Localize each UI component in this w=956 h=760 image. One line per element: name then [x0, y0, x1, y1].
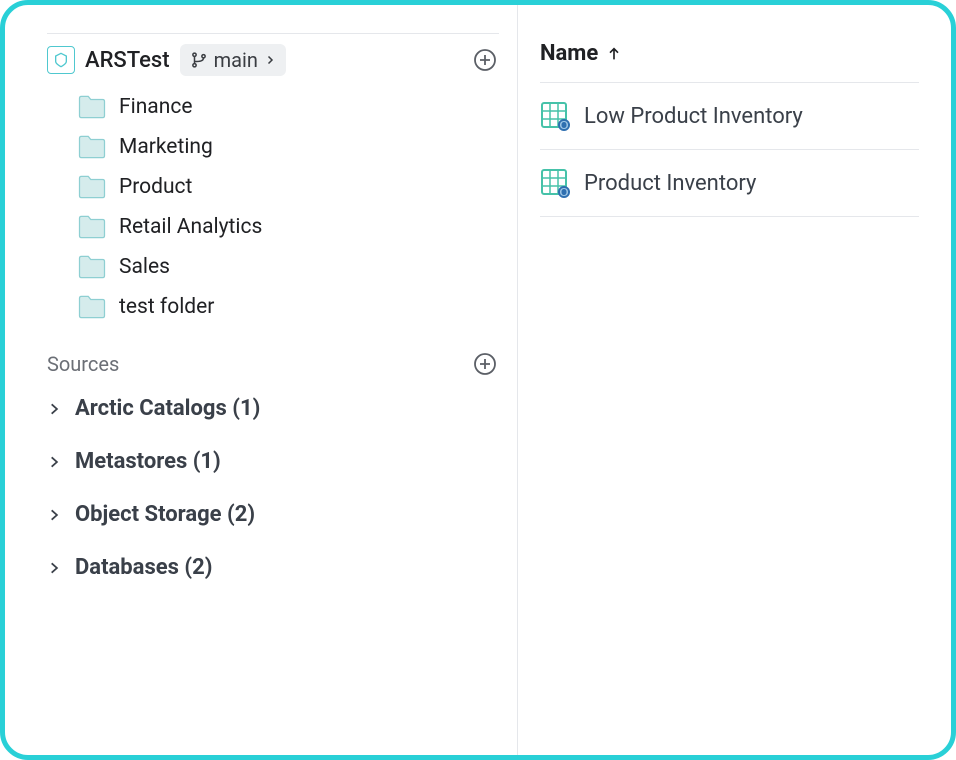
folder-item[interactable]: Product	[77, 174, 499, 200]
list-item-label: Product Inventory	[584, 171, 756, 196]
folder-label: test folder	[119, 295, 214, 319]
sources-heading: Sources	[47, 352, 119, 376]
sort-asc-icon	[606, 46, 622, 62]
folder-item[interactable]: Marketing	[77, 134, 499, 160]
source-item[interactable]: Databases (2)	[47, 555, 499, 580]
list-item[interactable]: Low Product Inventory	[540, 83, 919, 150]
chevron-right-icon	[264, 54, 276, 66]
folder-item[interactable]: test folder	[77, 294, 499, 320]
source-item[interactable]: Metastores (1)	[47, 449, 499, 474]
source-item[interactable]: Arctic Catalogs (1)	[47, 396, 499, 421]
workspace-title: ARSTest	[85, 48, 170, 73]
folder-icon	[77, 174, 107, 200]
branch-name: main	[214, 48, 258, 72]
plus-circle-icon	[473, 48, 497, 72]
workspace-icon	[47, 46, 75, 74]
app-frame: ARSTest main Finance Marketing	[0, 0, 956, 760]
chevron-right-icon	[47, 402, 61, 416]
folder-item[interactable]: Sales	[77, 254, 499, 280]
column-header-label: Name	[540, 41, 598, 66]
plus-circle-icon	[473, 352, 497, 376]
chevron-right-icon	[47, 508, 61, 522]
source-label: Databases (2)	[75, 555, 212, 580]
folder-label: Marketing	[119, 135, 213, 159]
add-item-button[interactable]	[471, 46, 499, 74]
sources-header: Sources	[47, 350, 499, 378]
folder-icon	[77, 94, 107, 120]
source-item[interactable]: Object Storage (2)	[47, 502, 499, 527]
workspace-header: ARSTest main	[47, 33, 499, 76]
folder-item[interactable]: Retail Analytics	[77, 214, 499, 240]
list-item[interactable]: Product Inventory	[540, 150, 919, 217]
folder-list: Finance Marketing Product Retail Analyti…	[77, 94, 499, 320]
sidebar: ARSTest main Finance Marketing	[5, 5, 518, 755]
folder-item[interactable]: Finance	[77, 94, 499, 120]
folder-icon	[77, 214, 107, 240]
folder-icon	[77, 294, 107, 320]
dataset-icon	[540, 168, 570, 198]
dataset-icon	[540, 101, 570, 131]
folder-icon	[77, 134, 107, 160]
folder-label: Retail Analytics	[119, 215, 262, 239]
folder-icon	[77, 254, 107, 280]
sources-list: Arctic Catalogs (1) Metastores (1) Objec…	[47, 396, 499, 580]
chevron-right-icon	[47, 455, 61, 469]
list-item-label: Low Product Inventory	[584, 104, 803, 129]
source-label: Object Storage (2)	[75, 502, 255, 527]
chevron-right-icon	[47, 561, 61, 575]
add-source-button[interactable]	[471, 350, 499, 378]
branch-selector[interactable]: main	[180, 44, 286, 76]
git-branch-icon	[190, 51, 208, 69]
folder-label: Sales	[119, 255, 170, 279]
folder-label: Finance	[119, 95, 192, 119]
folder-label: Product	[119, 175, 192, 199]
content-pane: Name Low Product Inventory	[518, 5, 951, 755]
source-label: Arctic Catalogs (1)	[75, 396, 260, 421]
source-label: Metastores (1)	[75, 449, 221, 474]
column-header-name[interactable]: Name	[540, 33, 919, 83]
